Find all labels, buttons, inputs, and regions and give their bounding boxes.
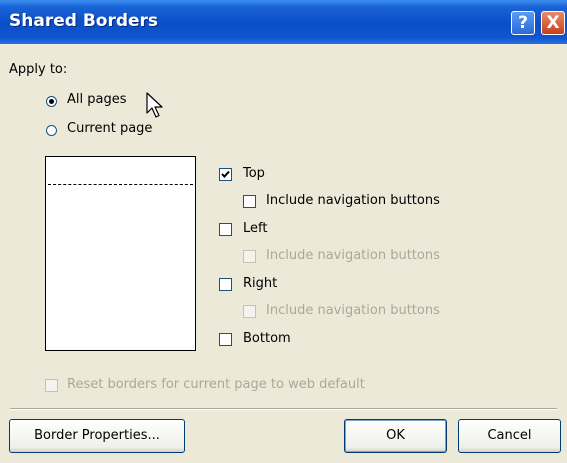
separator [10,408,557,410]
checkbox-top-nav-label[interactable]: Include navigation buttons [266,193,440,208]
checkbox-left[interactable] [219,223,232,236]
title-bar[interactable]: Shared Borders ? X [0,0,567,44]
checkbox-top[interactable] [219,168,232,181]
checkbox-top-label[interactable]: Top [243,166,265,181]
checkbox-left-nav-label: Include navigation buttons [266,248,440,263]
check-mark-icon [221,170,230,178]
border-properties-button[interactable]: Border Properties... [9,419,185,453]
checkbox-left-nav[interactable] [243,250,256,263]
border-preview [45,156,196,351]
checkbox-right-label[interactable]: Right [243,276,277,291]
checkbox-left-label[interactable]: Left [243,221,267,236]
radio-current-page[interactable] [46,125,57,136]
cancel-button[interactable]: Cancel [458,419,561,453]
checkbox-right-nav[interactable] [243,305,256,318]
checkbox-reset-label: Reset borders for current page to web de… [67,377,365,392]
shared-borders-dialog: Shared Borders ? X Apply to: All pages C… [0,0,567,463]
apply-to-label: Apply to: [9,62,68,77]
help-button[interactable]: ? [511,11,535,35]
checkbox-bottom[interactable] [219,333,232,346]
checkbox-right[interactable] [219,278,232,291]
help-icon: ? [518,13,528,33]
top-border-line [48,184,193,185]
close-button[interactable]: X [541,11,565,35]
close-icon: X [546,13,560,33]
radio-all-pages[interactable] [46,96,57,107]
radio-selected-dot [49,99,54,104]
checkbox-bottom-label[interactable]: Bottom [243,331,291,346]
dialog-title: Shared Borders [9,11,159,31]
mouse-cursor-icon [146,92,163,118]
radio-current-page-label[interactable]: Current page [67,121,152,136]
checkbox-top-nav[interactable] [243,195,256,208]
checkbox-reset[interactable] [45,379,58,392]
checkbox-right-nav-label: Include navigation buttons [266,303,440,318]
radio-all-pages-label[interactable]: All pages [67,92,127,107]
ok-button[interactable]: OK [344,419,447,453]
